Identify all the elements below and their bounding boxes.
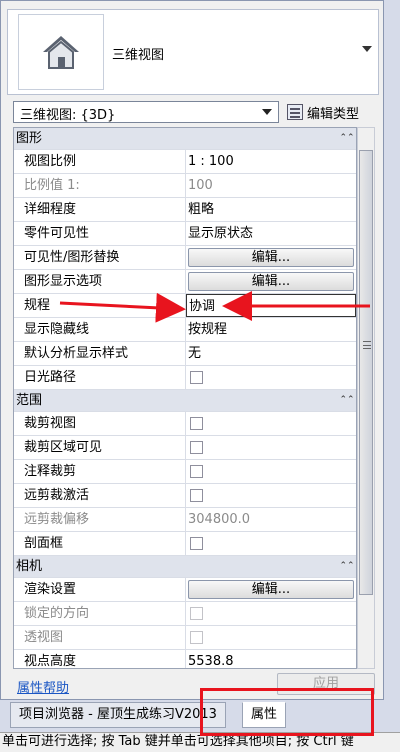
property-row-render-settings[interactable]: 渲染设置 编辑... <box>14 578 356 602</box>
detail-level-value[interactable]: 粗略 <box>188 198 214 221</box>
scale-value: 100 <box>188 178 213 193</box>
edit-type-icon <box>287 104 303 120</box>
render-settings-edit-button[interactable]: 编辑... <box>188 580 354 599</box>
property-row-perspective: 透视图 <box>14 626 356 650</box>
property-row-crop-view[interactable]: 裁剪视图 <box>14 412 356 436</box>
section-box-checkbox[interactable] <box>190 537 203 550</box>
type-selector[interactable]: 三维视图 <box>7 9 379 95</box>
property-row-section-box[interactable]: 剖面框 <box>14 532 356 556</box>
show-hidden-lines-value[interactable]: 按规程 <box>188 318 227 341</box>
group-header-extents[interactable]: 范围 ⌃⌃ <box>14 390 356 412</box>
locked-orientation-checkbox <box>190 607 203 620</box>
perspective-checkbox <box>190 631 203 644</box>
view-scale-value[interactable]: 1 : 100 <box>188 150 234 173</box>
property-row-view-scale[interactable]: 视图比例 1 : 100 <box>14 150 356 174</box>
property-label: 规程 <box>14 294 186 317</box>
property-row-analysis-style[interactable]: 默认分析显示样式 无 <box>14 342 356 366</box>
group-label: 图形 <box>16 131 43 146</box>
group-header-graphics[interactable]: 图形 ⌃⌃ <box>14 128 356 150</box>
property-label: 注释裁剪 <box>14 460 186 483</box>
collapse-icon[interactable]: ⌃⌃ <box>338 556 356 577</box>
eye-elevation-value[interactable]: 5538.8 <box>188 650 234 668</box>
property-label: 默认分析显示样式 <box>14 342 186 365</box>
view-instance-select[interactable]: 三维视图: {3D} <box>13 101 279 123</box>
annotation-crop-checkbox[interactable] <box>190 465 203 478</box>
property-label: 日光路径 <box>14 366 186 389</box>
property-row-annotation-crop[interactable]: 注释裁剪 <box>14 460 356 484</box>
property-row-far-clip-offset: 远剪裁偏移 304800.0 <box>14 508 356 532</box>
chevron-down-icon <box>262 109 272 115</box>
properties-panel: 三维视图 三维视图: {3D} 编辑类型 图形 ⌃⌃ 视图比例 1 : 100 … <box>0 0 384 700</box>
vertical-scrollbar[interactable] <box>357 127 375 669</box>
property-row-vg-overrides[interactable]: 可见性/图形替换 编辑... <box>14 246 356 270</box>
property-label: 显示隐藏线 <box>14 318 186 341</box>
property-row-scale-value: 比例值 1: 100 <box>14 174 356 198</box>
crop-region-visible-checkbox[interactable] <box>190 441 203 454</box>
property-label: 比例值 1: <box>14 174 186 197</box>
property-row-show-hidden-lines[interactable]: 显示隐藏线 按规程 <box>14 318 356 342</box>
property-label: 渲染设置 <box>14 578 186 601</box>
property-row-far-clip-active[interactable]: 远剪裁激活 <box>14 484 356 508</box>
property-label: 锁定的方向 <box>14 602 186 625</box>
properties-help-link[interactable]: 属性帮助 <box>17 677 69 696</box>
vg-overrides-edit-button[interactable]: 编辑... <box>188 248 354 267</box>
property-row-detail-level[interactable]: 详细程度 粗略 <box>14 198 356 222</box>
edit-type-label: 编辑类型 <box>307 106 360 122</box>
analysis-style-value[interactable]: 无 <box>188 342 201 365</box>
dropdown-arrow-icon[interactable] <box>362 46 372 52</box>
collapse-icon[interactable]: ⌃⌃ <box>338 128 356 149</box>
property-row-sun-path[interactable]: 日光路径 <box>14 366 356 390</box>
group-label: 范围 <box>16 393 43 408</box>
property-row-locked-orientation: 锁定的方向 <box>14 602 356 626</box>
crop-view-checkbox[interactable] <box>190 417 203 430</box>
properties-grid: 图形 ⌃⌃ 视图比例 1 : 100 比例值 1: 100 详细程度 粗略 零件… <box>13 127 357 669</box>
far-clip-offset-value: 304800.0 <box>188 512 251 527</box>
far-clip-active-checkbox[interactable] <box>190 489 203 502</box>
view-instance-value: 三维视图: {3D} <box>20 108 116 123</box>
property-label: 透视图 <box>14 626 186 649</box>
property-label: 视点高度 <box>14 650 186 668</box>
property-label: 裁剪视图 <box>14 412 186 435</box>
property-row-discipline[interactable]: 规程 协调 <box>14 294 356 318</box>
discipline-value[interactable]: 协调 <box>189 295 215 318</box>
group-header-camera[interactable]: 相机 ⌃⌃ <box>14 556 356 578</box>
parts-visibility-value[interactable]: 显示原状态 <box>188 222 253 245</box>
highlight-box <box>200 688 374 736</box>
tab-project-browser[interactable]: 项目浏览器 - 屋顶生成练习V2013 <box>10 702 226 728</box>
graphic-display-edit-button[interactable]: 编辑... <box>188 272 354 291</box>
property-label: 详细程度 <box>14 198 186 221</box>
grip-icon <box>363 341 371 349</box>
property-label: 远剪裁偏移 <box>14 508 186 531</box>
property-label: 裁剪区域可见 <box>14 436 186 459</box>
house-icon <box>18 14 104 90</box>
group-label: 相机 <box>16 559 43 574</box>
property-row-eye-elevation[interactable]: 视点高度 5538.8 <box>14 650 356 668</box>
type-name: 三维视图 <box>112 48 165 63</box>
scrollbar-thumb[interactable] <box>359 150 373 595</box>
property-label: 可见性/图形替换 <box>14 246 186 269</box>
property-label: 零件可见性 <box>14 222 186 245</box>
property-row-parts-visibility[interactable]: 零件可见性 显示原状态 <box>14 222 356 246</box>
property-label: 远剪裁激活 <box>14 484 186 507</box>
property-row-graphic-display[interactable]: 图形显示选项 编辑... <box>14 270 356 294</box>
property-label: 视图比例 <box>14 150 186 173</box>
sun-path-checkbox[interactable] <box>190 371 203 384</box>
property-label: 图形显示选项 <box>14 270 186 293</box>
collapse-icon[interactable]: ⌃⌃ <box>338 390 356 411</box>
property-label: 剖面框 <box>14 532 186 555</box>
property-row-crop-region-visible[interactable]: 裁剪区域可见 <box>14 436 356 460</box>
edit-type-button[interactable]: 编辑类型 <box>287 101 359 123</box>
